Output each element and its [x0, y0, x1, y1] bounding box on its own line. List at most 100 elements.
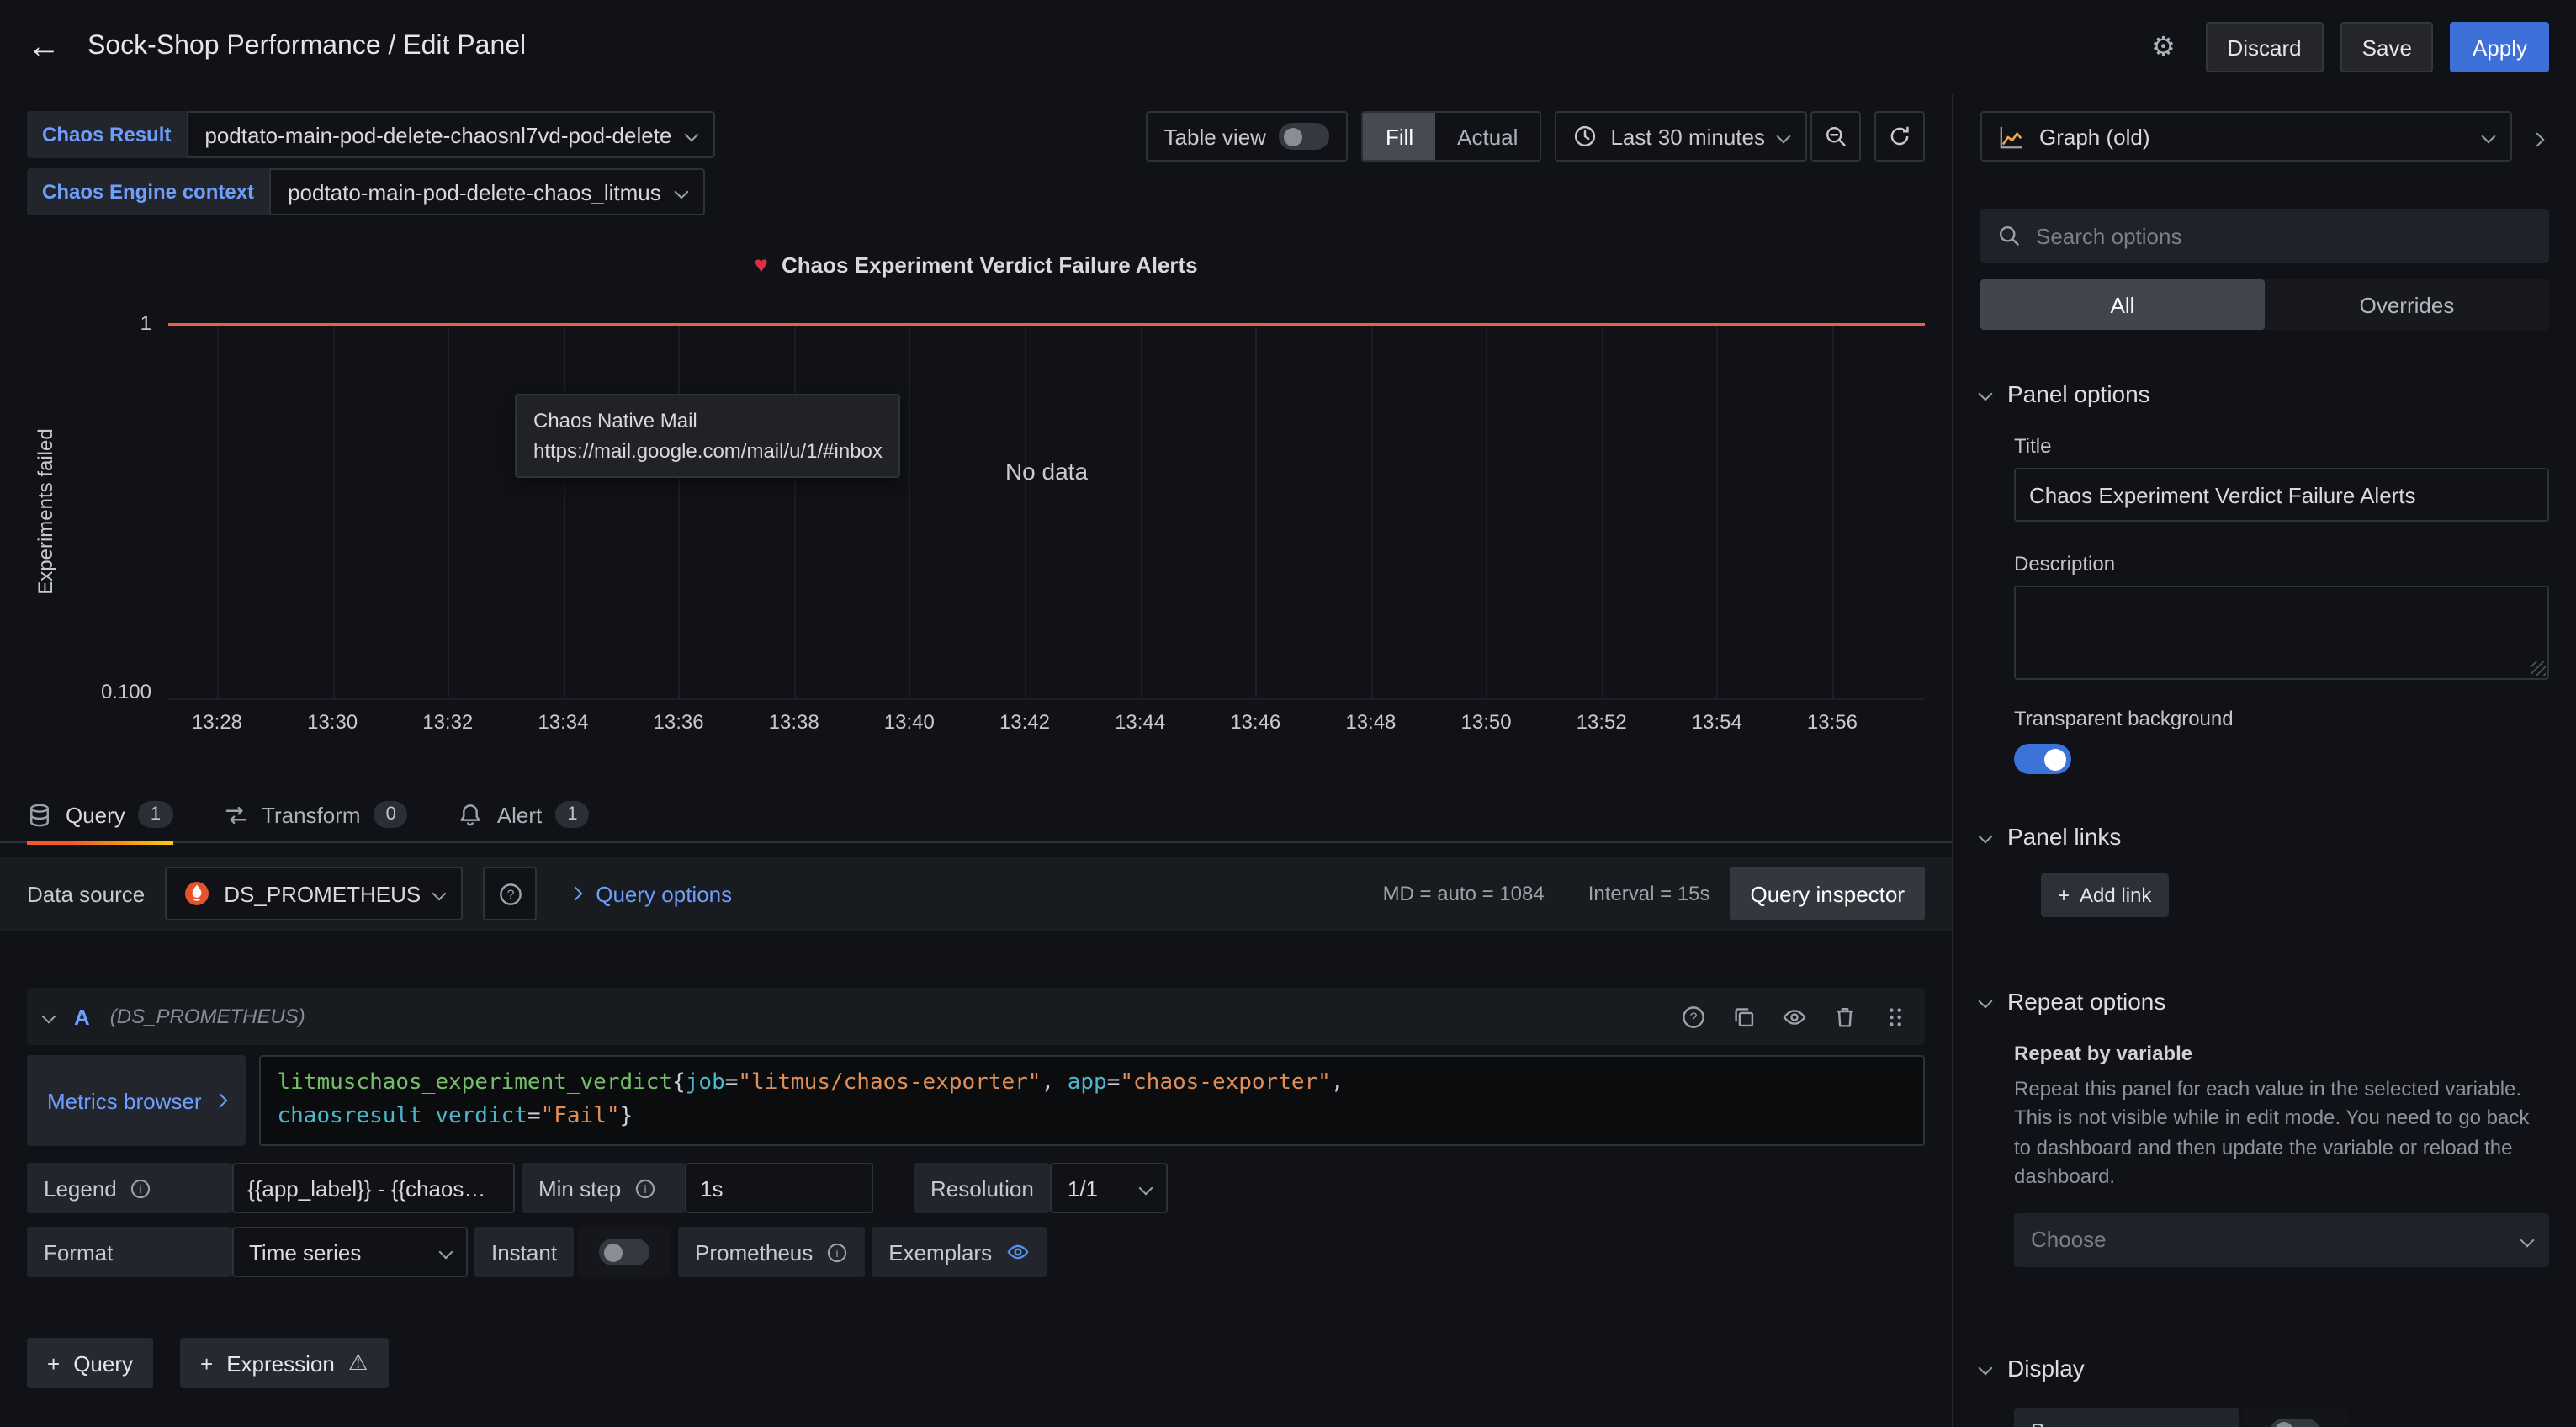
query-toolbar: Data source DS_PROMETHEUS Query options …: [0, 857, 1952, 931]
format-options-row: Format Time series Instant Prometheus: [27, 1227, 1925, 1277]
variable-select-chaos-engine-context[interactable]: podtato-main-pod-delete-chaos_litmus: [269, 168, 705, 215]
options-search[interactable]: [1980, 209, 2549, 263]
chart-plot-area[interactable]: No data Chaos Native Mail https://mail.g…: [168, 323, 1925, 700]
variable-select-chaos-result[interactable]: podtato-main-pod-delete-chaosnl7vd-pod-d…: [186, 111, 715, 158]
arrow-left-icon: ←: [27, 29, 61, 66]
x-tick-label: 13:42: [999, 710, 1050, 734]
x-axis-ticks: 13:2813:3013:3213:3413:3613:3813:4013:42…: [168, 710, 1925, 737]
query-row-header[interactable]: A (DS_PROMETHEUS): [27, 988, 1925, 1045]
apply-button[interactable]: Apply: [2451, 22, 2549, 72]
legend-input[interactable]: [232, 1163, 515, 1213]
zoom-out-button[interactable]: [1810, 111, 1861, 162]
metrics-browser-button[interactable]: Metrics browser: [27, 1055, 246, 1146]
x-tick-label: 13:36: [654, 710, 704, 734]
tab-label: Transform: [262, 802, 361, 827]
tab-all[interactable]: All: [1980, 279, 2265, 330]
display-section[interactable]: Display: [1980, 1354, 2549, 1381]
drag-grip-icon[interactable]: [1883, 1004, 1908, 1029]
plus-icon: +: [200, 1350, 213, 1376]
repeat-options-section[interactable]: Repeat options: [1980, 988, 2549, 1015]
panel-links-section[interactable]: Panel links: [1980, 823, 2549, 850]
save-label: Save: [2362, 34, 2412, 60]
refresh-button[interactable]: [1874, 111, 1925, 162]
add-query-button[interactable]: + Query: [27, 1338, 153, 1388]
time-range-picker[interactable]: Last 30 minutes: [1555, 111, 1807, 162]
tab-overrides[interactable]: Overrides: [2265, 279, 2549, 330]
gridline: [909, 323, 911, 698]
tab-alert[interactable]: Alert 1: [458, 787, 590, 842]
gridline: [1717, 323, 1719, 698]
actual-option[interactable]: Actual: [1435, 113, 1540, 160]
chevron-down-icon: [1777, 130, 1791, 144]
query-inspector-button[interactable]: Query inspector: [1730, 867, 1925, 920]
back-button[interactable]: ←: [27, 30, 61, 64]
add-link-button[interactable]: + Add link: [2041, 873, 2168, 917]
tab-transform[interactable]: Transform 0: [223, 787, 408, 842]
data-source-help-button[interactable]: [483, 867, 537, 920]
gridline: [794, 323, 796, 698]
query-options-label: Query options: [596, 881, 732, 906]
x-tick-label: 13:46: [1230, 710, 1280, 734]
info-icon: [826, 1241, 848, 1263]
panel-options-sidebar: Graph (old) All Overrides Panel options …: [1952, 94, 2576, 1427]
query-editor: A (DS_PROMETHEUS) Metrics browser: [0, 988, 1952, 1277]
query-type-label: Prometheus: [678, 1227, 865, 1277]
bars-switch[interactable]: [2270, 1418, 2320, 1427]
choose-placeholder: Choose: [2031, 1227, 2107, 1252]
x-tick-label: 13:40: [884, 710, 935, 734]
exemplars-eye-icon[interactable]: [1005, 1240, 1029, 1264]
panel-preview: ♥ Chaos Experiment Verdict Failure Alert…: [27, 229, 1925, 737]
question-circle-icon: [497, 881, 522, 906]
delete-query-trash-icon[interactable]: [1832, 1004, 1858, 1029]
transparent-background-switch[interactable]: [2014, 744, 2071, 774]
help-icon[interactable]: [1681, 1004, 1706, 1029]
chevron-down-icon: [1139, 1181, 1153, 1196]
time-controls: Last 30 minutes: [1555, 111, 1861, 162]
min-step-input[interactable]: [685, 1163, 873, 1213]
chevron-down-icon: [674, 185, 688, 199]
collapse-chevron-icon[interactable]: [42, 1010, 56, 1024]
panel-description-textarea[interactable]: [2014, 586, 2549, 680]
gridline: [1025, 323, 1026, 698]
gridline: [563, 323, 564, 698]
discard-label: Discard: [2228, 34, 2302, 60]
legend-options-row: Legend Min step Resolution 1/1: [27, 1163, 1925, 1213]
query-meta: MD = auto = 1084 Interval = 15s: [1383, 882, 1710, 905]
info-icon: [634, 1177, 656, 1199]
panel-title-input[interactable]: [2014, 468, 2549, 522]
query-count-badge: 1: [139, 801, 172, 828]
add-expression-button[interactable]: + Expression ⚠: [180, 1338, 388, 1388]
repeat-variable-select[interactable]: Choose: [2014, 1212, 2549, 1266]
format-select[interactable]: Time series: [232, 1227, 468, 1277]
tab-query[interactable]: Query 1: [27, 787, 172, 842]
hide-query-eye-icon[interactable]: [1782, 1004, 1807, 1029]
visualization-picker[interactable]: Graph (old): [1980, 111, 2512, 162]
x-tick-label: 13:44: [1115, 710, 1165, 734]
fill-actual-toggle: Fill Actual: [1362, 111, 1542, 162]
prometheus-icon: [183, 880, 210, 907]
duplicate-icon[interactable]: [1731, 1004, 1757, 1029]
data-source-picker[interactable]: DS_PROMETHEUS: [165, 867, 463, 920]
fill-option[interactable]: Fill: [1364, 113, 1435, 160]
annotation-tooltip: Chaos Native Mail https://mail.google.co…: [515, 394, 901, 478]
promql-line-2: chaosresult_verdict="Fail"}: [278, 1101, 1907, 1134]
query-options-toggle[interactable]: Query options: [570, 881, 732, 906]
collapse-sidebar-button[interactable]: [2526, 117, 2549, 156]
gridline: [1140, 323, 1142, 698]
table-view-switch[interactable]: [1280, 123, 1330, 150]
gridline: [217, 323, 219, 698]
max-data-points-text: MD = auto = 1084: [1383, 882, 1545, 905]
panel-options-section[interactable]: Panel options: [1980, 380, 2549, 407]
save-button[interactable]: Save: [2340, 22, 2434, 72]
promql-query-field[interactable]: litmuschaos_experiment_verdict{job="litm…: [259, 1055, 1926, 1146]
visualization-name: Graph (old): [2039, 124, 2150, 149]
settings-button[interactable]: ⚙: [2139, 22, 2189, 72]
instant-switch[interactable]: [599, 1239, 649, 1265]
discard-button[interactable]: Discard: [2206, 22, 2324, 72]
plus-icon: +: [2058, 883, 2070, 907]
display-body: Bars: [1980, 1408, 2549, 1427]
resolution-select[interactable]: 1/1: [1051, 1163, 1169, 1213]
variable-value: podtato-main-pod-delete-chaos_litmus: [288, 179, 661, 204]
transparent-background-label: Transparent background: [2014, 707, 2549, 730]
options-search-input[interactable]: [2036, 223, 2532, 248]
